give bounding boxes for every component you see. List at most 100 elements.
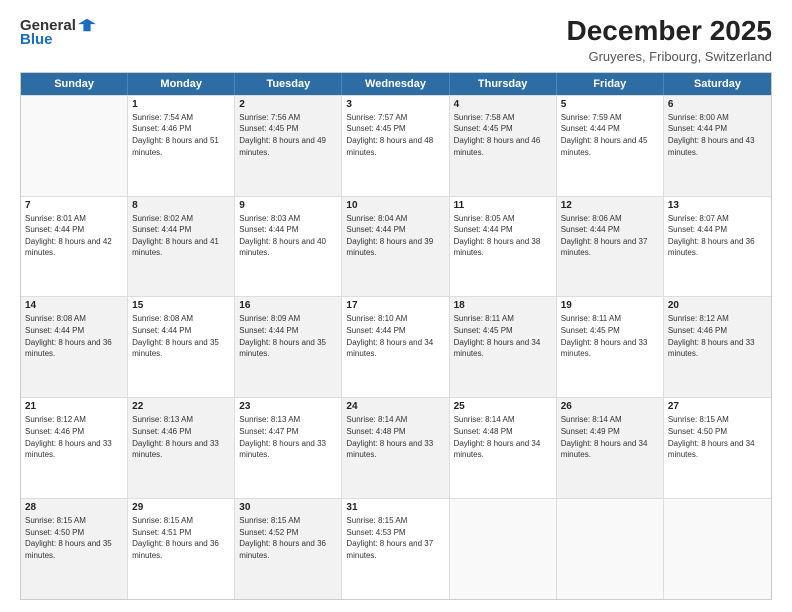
calendar-cell: 30 Sunrise: 8:15 AM Sunset: 4:52 PM Dayli… [235,499,342,599]
day-number: 12 [561,200,659,211]
day-number: 14 [25,300,123,311]
calendar-cell: 1Sunrise: 7:54 AM Sunset: 4:46 PM Daylig… [128,96,235,196]
day-number: 11 [454,200,552,211]
calendar-cell: 8Sunrise: 8:02 AM Sunset: 4:44 PM Daylig… [128,197,235,297]
cell-sun-info: Sunrise: 7:59 AM Sunset: 4:44 PM Dayligh… [561,112,659,158]
calendar-cell: 3 Sunrise: 7:57 AM Sunset: 4:45 PM Daylig… [342,96,449,196]
day-number: 19 [561,300,659,311]
cell-sun-info: Sunrise: 8:15 AM Sunset: 4:51 PM Dayligh… [132,515,230,561]
calendar-header-row: SundayMondayTuesdayWednesdayThursdayFrid… [21,73,771,95]
calendar-cell: 9Sunrise: 8:03 AM Sunset: 4:44 PM Daylig… [235,197,342,297]
calendar-body: 1Sunrise: 7:54 AM Sunset: 4:46 PM Daylig… [21,95,771,599]
calendar-cell: 11 Sunrise: 8:05 AM Sunset: 4:44 PM Dayli… [450,197,557,297]
day-number: 24 [346,401,444,412]
day-number: 30 [239,502,337,513]
calendar-cell: 20Sunrise: 8:12 AM Sunset: 4:46 PM Dayli… [664,297,771,397]
cell-sun-info: Sunrise: 8:13 AM Sunset: 4:46 PM Dayligh… [132,414,230,460]
day-number: 21 [25,401,123,412]
day-number: 29 [132,502,230,513]
day-number: 4 [454,99,552,110]
calendar-cell [664,499,771,599]
calendar-cell: 18 Sunrise: 8:11 AM Sunset: 4:45 PM Dayli… [450,297,557,397]
day-number: 18 [454,300,552,311]
cell-sun-info: Sunrise: 8:08 AM Sunset: 4:44 PM Dayligh… [132,313,230,359]
calendar-day-header: Wednesday [342,73,449,95]
calendar-cell: 4 Sunrise: 7:58 AM Sunset: 4:45 PM Daylig… [450,96,557,196]
day-number: 15 [132,300,230,311]
day-number: 22 [132,401,230,412]
day-number: 2 [239,99,337,110]
calendar-week-row: 14 Sunrise: 8:08 AM Sunset: 4:44 PM Dayli… [21,296,771,397]
cell-sun-info: Sunrise: 7:56 AM Sunset: 4:45 PM Dayligh… [239,112,337,158]
cell-sun-info: Sunrise: 8:08 AM Sunset: 4:44 PM Dayligh… [25,313,123,359]
day-number: 23 [239,401,337,412]
calendar-cell: 27Sunrise: 8:15 AM Sunset: 4:50 PM Dayli… [664,398,771,498]
day-number: 25 [454,401,552,412]
cell-sun-info: Sunrise: 8:11 AM Sunset: 4:45 PM Dayligh… [561,313,659,359]
cell-sun-info: Sunrise: 8:05 AM Sunset: 4:44 PM Dayligh… [454,213,552,259]
calendar-cell: 19 Sunrise: 8:11 AM Sunset: 4:45 PM Dayli… [557,297,664,397]
cell-sun-info: Sunrise: 7:58 AM Sunset: 4:45 PM Dayligh… [454,112,552,158]
calendar-cell: 6 Sunrise: 8:00 AM Sunset: 4:44 PM Daylig… [664,96,771,196]
calendar-cell: 25 Sunrise: 8:14 AM Sunset: 4:48 PM Dayli… [450,398,557,498]
calendar-day-header: Saturday [664,73,771,95]
day-number: 31 [346,502,444,513]
calendar-cell: 7 Sunrise: 8:01 AM Sunset: 4:44 PM Daylig… [21,197,128,297]
calendar-cell: 16Sunrise: 8:09 AM Sunset: 4:44 PM Dayli… [235,297,342,397]
cell-sun-info: Sunrise: 8:15 AM Sunset: 4:50 PM Dayligh… [25,515,123,561]
calendar-cell: 31 Sunrise: 8:15 AM Sunset: 4:53 PM Dayli… [342,499,449,599]
cell-sun-info: Sunrise: 8:01 AM Sunset: 4:44 PM Dayligh… [25,213,123,259]
calendar-day-header: Friday [557,73,664,95]
day-number: 13 [668,200,767,211]
calendar-cell [21,96,128,196]
calendar-cell [450,499,557,599]
calendar-cell: 5Sunrise: 7:59 AM Sunset: 4:44 PM Daylig… [557,96,664,196]
day-number: 20 [668,300,767,311]
calendar-cell: 10 Sunrise: 8:04 AM Sunset: 4:44 PM Dayli… [342,197,449,297]
cell-sun-info: Sunrise: 8:14 AM Sunset: 4:48 PM Dayligh… [454,414,552,460]
day-number: 10 [346,200,444,211]
title-block: December 2025 Gruyeres, Fribourg, Switze… [567,16,772,64]
cell-sun-info: Sunrise: 8:15 AM Sunset: 4:52 PM Dayligh… [239,515,337,561]
calendar-cell: 17Sunrise: 8:10 AM Sunset: 4:44 PM Dayli… [342,297,449,397]
day-number: 26 [561,401,659,412]
cell-sun-info: Sunrise: 8:00 AM Sunset: 4:44 PM Dayligh… [668,112,767,158]
logo: General Blue [20,16,96,47]
cell-sun-info: Sunrise: 8:09 AM Sunset: 4:44 PM Dayligh… [239,313,337,359]
cell-sun-info: Sunrise: 8:07 AM Sunset: 4:44 PM Dayligh… [668,213,767,259]
calendar-cell: 29 Sunrise: 8:15 AM Sunset: 4:51 PM Dayli… [128,499,235,599]
calendar-cell: 28Sunrise: 8:15 AM Sunset: 4:50 PM Dayli… [21,499,128,599]
calendar-cell: 24 Sunrise: 8:14 AM Sunset: 4:48 PM Dayli… [342,398,449,498]
day-number: 6 [668,99,767,110]
calendar-week-row: 1Sunrise: 7:54 AM Sunset: 4:46 PM Daylig… [21,95,771,196]
calendar-cell: 12 Sunrise: 8:06 AM Sunset: 4:44 PM Dayli… [557,197,664,297]
logo-blue: Blue [20,32,53,47]
cell-sun-info: Sunrise: 8:15 AM Sunset: 4:53 PM Dayligh… [346,515,444,561]
page-subtitle: Gruyeres, Fribourg, Switzerland [567,49,772,64]
cell-sun-info: Sunrise: 8:11 AM Sunset: 4:45 PM Dayligh… [454,313,552,359]
cell-sun-info: Sunrise: 8:14 AM Sunset: 4:48 PM Dayligh… [346,414,444,460]
calendar-cell: 15 Sunrise: 8:08 AM Sunset: 4:44 PM Dayli… [128,297,235,397]
calendar-cell: 14 Sunrise: 8:08 AM Sunset: 4:44 PM Dayli… [21,297,128,397]
cell-sun-info: Sunrise: 7:54 AM Sunset: 4:46 PM Dayligh… [132,112,230,158]
cell-sun-info: Sunrise: 8:12 AM Sunset: 4:46 PM Dayligh… [25,414,123,460]
cell-sun-info: Sunrise: 8:04 AM Sunset: 4:44 PM Dayligh… [346,213,444,259]
cell-sun-info: Sunrise: 8:03 AM Sunset: 4:44 PM Dayligh… [239,213,337,259]
calendar-day-header: Sunday [21,73,128,95]
calendar-cell: 2 Sunrise: 7:56 AM Sunset: 4:45 PM Daylig… [235,96,342,196]
day-number: 7 [25,200,123,211]
page-title: December 2025 [567,16,772,47]
calendar-cell: 13 Sunrise: 8:07 AM Sunset: 4:44 PM Dayli… [664,197,771,297]
calendar: SundayMondayTuesdayWednesdayThursdayFrid… [20,72,772,600]
cell-sun-info: Sunrise: 8:14 AM Sunset: 4:49 PM Dayligh… [561,414,659,460]
cell-sun-info: Sunrise: 8:06 AM Sunset: 4:44 PM Dayligh… [561,213,659,259]
header: General Blue December 2025 Gruyeres, Fri… [20,16,772,64]
logo-bird-icon [78,16,96,34]
calendar-cell: 26 Sunrise: 8:14 AM Sunset: 4:49 PM Dayli… [557,398,664,498]
calendar-day-header: Monday [128,73,235,95]
page: General Blue December 2025 Gruyeres, Fri… [0,0,792,612]
cell-sun-info: Sunrise: 7:57 AM Sunset: 4:45 PM Dayligh… [346,112,444,158]
day-number: 17 [346,300,444,311]
day-number: 3 [346,99,444,110]
calendar-week-row: 21 Sunrise: 8:12 AM Sunset: 4:46 PM Dayli… [21,397,771,498]
